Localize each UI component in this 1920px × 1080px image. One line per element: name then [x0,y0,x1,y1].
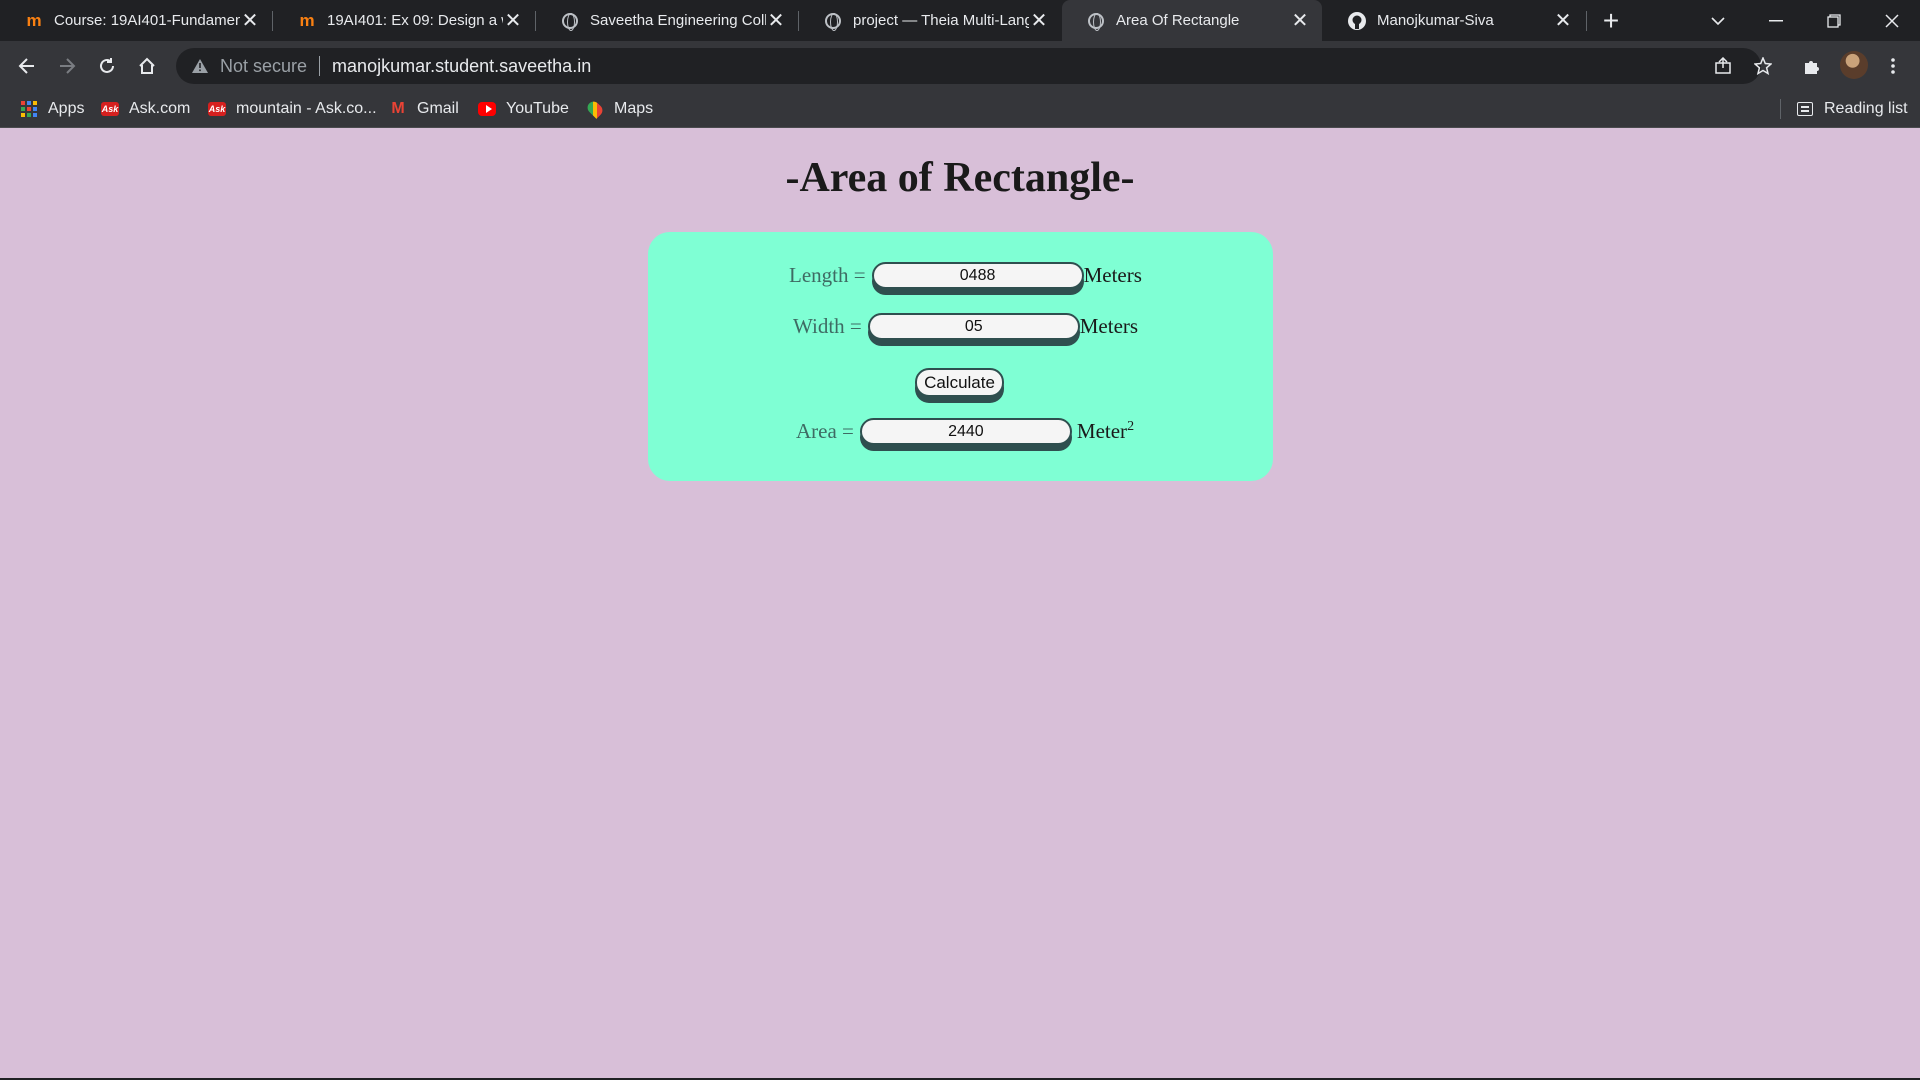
bookmark-label: Apps [48,100,85,117]
minimize-button[interactable] [1748,0,1804,41]
tab-strip: m Course: 19AI401-Fundamentals ✕ m 19AI4… [0,0,1920,41]
bookmark-label: mountain - Ask.co... [236,100,377,117]
new-tab-button[interactable]: + [1596,5,1626,36]
tab-theia[interactable]: project — Theia Multi-Language ✕ [799,0,1061,41]
bookmark-label: YouTube [506,100,569,117]
area-label: Area = [796,419,854,443]
security-label[interactable]: Not secure [220,56,307,77]
globe-icon [823,11,843,31]
menu-kebab-icon[interactable] [1876,49,1910,83]
bookmark-maps[interactable]: Maps [585,90,654,128]
close-icon[interactable]: ✕ [503,10,523,32]
close-icon[interactable]: ✕ [1290,10,1310,32]
github-icon [1347,11,1367,31]
bookmark-star-icon[interactable] [1751,56,1775,76]
bookmark-label: Ask.com [129,100,191,117]
moodle-icon: m [299,10,315,30]
browser-toolbar: Not secure manojkumar.student.saveetha.i… [0,41,1920,90]
page-title: -Area of Rectangle- [785,155,1135,201]
tab-area-of-rectangle[interactable]: Area Of Rectangle ✕ [1062,0,1322,41]
close-icon[interactable]: ✕ [1553,10,1573,32]
close-icon[interactable]: ✕ [766,10,786,32]
restore-button[interactable] [1806,0,1862,41]
tab-saveetha[interactable]: Saveetha Engineering College ✕ [536,0,798,41]
tab-course[interactable]: m Course: 19AI401-Fundamentals ✕ [0,0,272,41]
forward-button[interactable] [50,49,84,83]
address-bar[interactable]: Not secure manojkumar.student.saveetha.i… [176,48,1772,84]
length-input[interactable]: 0488 [871,262,1084,289]
profile-avatar[interactable] [1840,51,1868,79]
tab-title: project — Theia Multi-Language [853,12,1029,29]
tab-title: 19AI401: Ex 09: Design a website [327,12,503,29]
reading-list-button[interactable]: Reading list [1796,90,1908,128]
area-output[interactable]: 2440 [859,418,1072,445]
bookmark-ask[interactable]: Ask Ask.com [101,90,190,128]
reading-list-label: Reading list [1824,100,1908,117]
width-row: Width = 05 Meters [793,313,1138,340]
area-row: Area = 2440 Meter2 [796,418,1134,445]
length-unit: Meters [1083,263,1142,287]
share-icon[interactable] [1711,56,1735,76]
bookmark-youtube[interactable]: YouTube [478,90,569,128]
tab-github[interactable]: Manojkumar-Siva ✕ [1323,0,1585,41]
omnibox-divider [319,56,321,76]
gmail-icon: M [391,100,405,117]
tab-title: Manojkumar-Siva [1377,12,1494,29]
length-row: Length = 0488 Meters [789,262,1142,289]
page-content: -Area of Rectangle- Length = 0488 Meters… [0,129,1920,1080]
bookmark-label: Gmail [417,100,459,117]
globe-icon [1086,11,1106,31]
bookmarks-divider [1780,99,1781,119]
area-unit: Meter2 [1077,419,1134,444]
url-text[interactable]: manojkumar.student.saveetha.in [332,56,591,77]
tab-title: Saveetha Engineering College [590,12,766,29]
tab-search-icon[interactable] [1690,0,1746,41]
calculator-card: Length = 0488 Meters Width = 05 Meters C… [648,232,1273,481]
width-input[interactable]: 05 [867,313,1080,340]
close-icon[interactable]: ✕ [1029,10,1049,32]
width-unit: Meters [1079,314,1139,338]
bookmarks-bar: Apps Ask Ask.com Ask mountain - Ask.co..… [0,90,1920,128]
youtube-icon [478,100,496,118]
globe-icon [560,11,580,31]
tab-title: Course: 19AI401-Fundamentals [54,12,240,29]
home-button[interactable] [130,49,164,83]
close-window-button[interactable] [1864,0,1920,41]
ask-icon: Ask [208,102,226,116]
area-unit-text: Meter [1076,419,1128,443]
ask-icon: Ask [101,102,119,116]
warning-icon[interactable] [190,59,210,73]
close-icon[interactable]: ✕ [240,10,260,32]
width-label: Width = [793,314,862,338]
bookmark-apps[interactable]: Apps [20,90,84,128]
calculate-button[interactable]: Calculate [915,368,1004,397]
tab-title: Area Of Rectangle [1116,12,1240,29]
reading-list-icon [1796,100,1814,118]
moodle-icon: m [26,10,42,30]
area-unit-superscript: 2 [1127,419,1135,434]
apps-grid-icon [20,100,38,118]
bookmark-gmail[interactable]: M Gmail [389,90,459,128]
bookmark-label: Maps [614,100,654,117]
length-label: Length = [789,263,866,287]
tab-exercise[interactable]: m 19AI401: Ex 09: Design a website ✕ [273,0,535,41]
extensions-puzzle-icon[interactable] [1795,49,1829,83]
tab-divider [1586,11,1587,31]
maps-icon [585,99,605,119]
back-button[interactable] [10,49,44,83]
reload-button[interactable] [90,49,124,83]
bookmark-mountain[interactable]: Ask mountain - Ask.co... [208,90,377,128]
